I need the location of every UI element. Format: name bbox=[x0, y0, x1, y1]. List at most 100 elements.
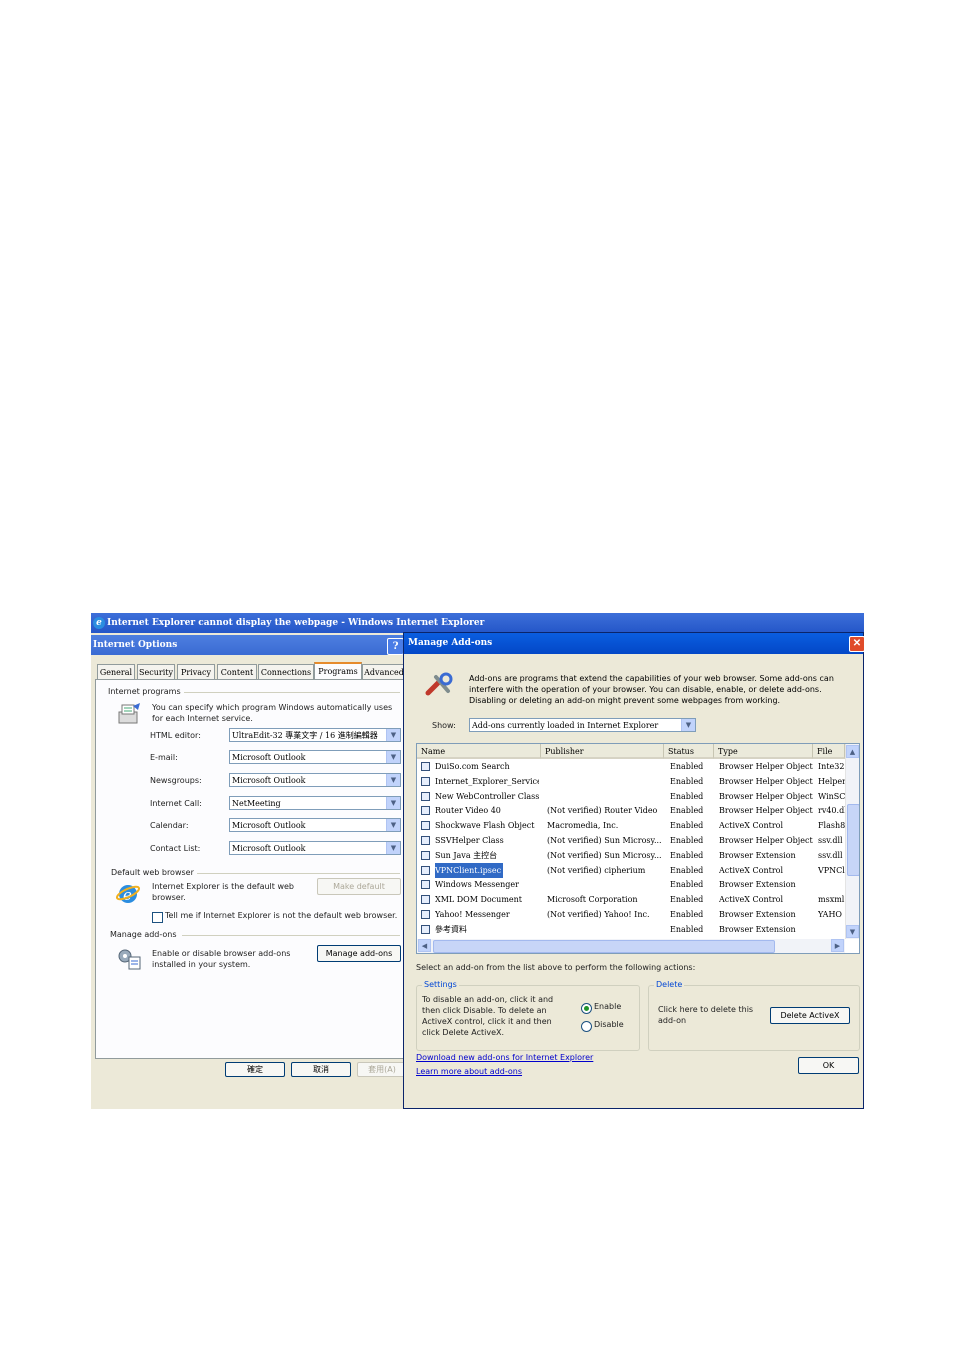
list-item[interactable]: XML DOM Document Microsoft Corporation Ena… bbox=[417, 892, 845, 907]
ok-button[interactable]: OK bbox=[798, 1057, 859, 1074]
internet-programs-label: Internet programs bbox=[108, 687, 184, 696]
tab-general[interactable]: General bbox=[97, 664, 135, 680]
help-button[interactable]: ? bbox=[387, 638, 404, 655]
addons-tools-icon bbox=[424, 671, 454, 701]
close-button[interactable]: ✕ bbox=[849, 636, 864, 652]
download-addons-link[interactable]: Download new add-ons for Internet Explor… bbox=[416, 1053, 593, 1062]
scroll-right-icon[interactable]: ▶ bbox=[831, 939, 844, 952]
addon-name: Windows Messenger bbox=[435, 880, 519, 890]
addon-file: ssv.dll bbox=[818, 836, 843, 845]
addon-status: Enabled bbox=[670, 806, 704, 816]
manage-addons-button[interactable]: Manage add-ons bbox=[317, 945, 401, 962]
horizontal-scroll-thumb[interactable] bbox=[433, 940, 775, 953]
scroll-up-icon[interactable]: ▲ bbox=[846, 745, 859, 758]
addon-name: New WebController Class bbox=[435, 791, 539, 801]
delete-group-label: Delete bbox=[654, 980, 685, 989]
column-header-name[interactable]: Name bbox=[417, 744, 541, 759]
tab-privacy[interactable]: Privacy bbox=[177, 664, 215, 680]
html-editor-label: HTML editor: bbox=[150, 731, 201, 740]
list-item[interactable]: DuiSo.com Search Enabled Browser Helper Ob… bbox=[417, 759, 845, 774]
email-select[interactable]: Microsoft Outlook ▼ bbox=[229, 750, 401, 764]
make-default-button[interactable]: Make default bbox=[317, 878, 401, 895]
list-item[interactable]: New WebController Class Enabled Browser He… bbox=[417, 789, 845, 804]
addon-type: Browser Helper Object bbox=[719, 791, 813, 801]
addon-file: HelperI bbox=[818, 776, 845, 786]
tab-advanced[interactable]: Advanced bbox=[362, 664, 406, 680]
chevron-down-icon[interactable]: ▼ bbox=[681, 719, 695, 731]
addon-name: Shockwave Flash Object bbox=[435, 821, 535, 831]
ok-button[interactable]: 確定 bbox=[225, 1062, 285, 1077]
list-item[interactable]: VPNClient.ipsec (Not verified) cipherium E… bbox=[417, 862, 845, 878]
tab-content[interactable]: Content bbox=[217, 664, 257, 680]
column-header-publisher[interactable]: Publisher bbox=[541, 744, 664, 759]
scroll-left-icon[interactable]: ◀ bbox=[418, 939, 431, 952]
default-browser-description: Internet Explorer is the default web bro… bbox=[152, 882, 294, 902]
column-header-type[interactable]: Type bbox=[714, 744, 813, 759]
contact-list-select[interactable]: Microsoft Outlook ▼ bbox=[229, 841, 401, 855]
chevron-down-icon[interactable]: ▼ bbox=[386, 797, 400, 809]
addon-file: VPNCl bbox=[818, 865, 845, 875]
delete-activex-button[interactable]: Delete ActiveX bbox=[770, 1007, 850, 1024]
contact-list-label: Contact List: bbox=[150, 844, 201, 853]
addon-status: Enabled bbox=[670, 762, 704, 771]
calendar-label: Calendar: bbox=[150, 821, 189, 830]
internet-call-select[interactable]: NetMeeting ▼ bbox=[229, 796, 401, 810]
tab-connections[interactable]: Connections bbox=[258, 664, 314, 680]
addon-icon bbox=[421, 806, 430, 816]
list-item[interactable]: Internet_Explorer_Service Enabled Browser … bbox=[417, 774, 845, 789]
chevron-down-icon[interactable]: ▼ bbox=[386, 751, 400, 763]
list-item[interactable]: Windows Messenger Enabled Browser Extensio… bbox=[417, 877, 845, 892]
addon-file: YAHO bbox=[818, 910, 842, 919]
list-item[interactable]: Yahoo! Messenger (Not verified) Yahoo! In… bbox=[417, 907, 845, 922]
addon-icon bbox=[421, 910, 430, 919]
show-label: Show: bbox=[432, 721, 456, 730]
default-browser-label: Default web browser bbox=[111, 868, 197, 877]
newsgroups-select[interactable]: Microsoft Outlook ▼ bbox=[229, 773, 401, 787]
chevron-down-icon[interactable]: ▼ bbox=[386, 819, 400, 831]
group-divider bbox=[182, 935, 400, 936]
html-editor-select[interactable]: UltraEdit-32 專業文字 / 16 進制編輯器 ▼ bbox=[229, 728, 401, 742]
addon-status: Enabled bbox=[670, 880, 704, 890]
internet-options-dialog: Internet Options ? General Security Priv… bbox=[91, 635, 407, 1109]
actions-label: Select an add-on from the list above to … bbox=[416, 963, 696, 972]
addon-icon bbox=[421, 836, 430, 845]
column-header-status[interactable]: Status bbox=[664, 744, 714, 759]
addon-file: ssv.dll bbox=[818, 850, 843, 860]
addon-icon bbox=[421, 895, 430, 905]
chevron-down-icon[interactable]: ▼ bbox=[386, 774, 400, 786]
default-browser-checkbox[interactable] bbox=[152, 912, 163, 923]
addon-status: Enabled bbox=[670, 776, 704, 786]
vertical-scrollbar[interactable]: ▲ ▼ bbox=[845, 744, 859, 939]
addon-type: Browser Extension bbox=[719, 880, 796, 890]
settings-description: To disable an add-on, click it and then … bbox=[422, 995, 554, 1037]
list-item[interactable]: Sun Java 主控台 (Not verified) Sun Microsy..… bbox=[417, 848, 845, 863]
disable-radio[interactable] bbox=[581, 1021, 592, 1032]
ie-window-titlebar: e Internet Explorer cannot display the w… bbox=[91, 613, 864, 633]
addon-file: msxml3 bbox=[818, 895, 845, 905]
addon-icon bbox=[421, 821, 430, 831]
calendar-select[interactable]: Microsoft Outlook ▼ bbox=[229, 818, 401, 832]
addon-type: Browser Extension bbox=[719, 850, 796, 860]
enable-radio[interactable] bbox=[581, 1003, 592, 1014]
list-item[interactable]: Shockwave Flash Object Macromedia, Inc. En… bbox=[417, 818, 845, 833]
show-select[interactable]: Add-ons currently loaded in Internet Exp… bbox=[469, 718, 696, 732]
addon-status: Enabled bbox=[670, 924, 704, 934]
addon-file: Inte32. bbox=[818, 762, 845, 771]
tab-security[interactable]: Security bbox=[137, 664, 175, 680]
default-browser-check-label: Tell me if Internet Explorer is not the … bbox=[165, 911, 398, 920]
column-header-file[interactable]: File bbox=[813, 744, 845, 759]
scroll-down-icon[interactable]: ▼ bbox=[846, 925, 859, 938]
list-item[interactable]: Router Video 40 (Not verified) Router Vid… bbox=[417, 803, 845, 818]
calendar-value: Microsoft Outlook bbox=[232, 821, 306, 830]
addon-status: Enabled bbox=[670, 895, 704, 905]
list-item[interactable]: SSVHelper Class (Not verified) Sun Micros… bbox=[417, 833, 845, 848]
learn-more-link[interactable]: Learn more about add-ons bbox=[416, 1067, 522, 1076]
addon-publisher: Microsoft Corporation bbox=[547, 895, 638, 905]
horizontal-scrollbar[interactable]: ◀ ▶ bbox=[417, 939, 845, 953]
chevron-down-icon[interactable]: ▼ bbox=[386, 842, 400, 854]
list-item[interactable]: 參考資料 Enabled Browser Extension bbox=[417, 922, 845, 937]
apply-button[interactable]: 套用(A) bbox=[357, 1062, 407, 1077]
cancel-button[interactable]: 取消 bbox=[291, 1062, 351, 1077]
vertical-scroll-thumb[interactable] bbox=[847, 804, 859, 876]
chevron-down-icon[interactable]: ▼ bbox=[386, 729, 400, 741]
